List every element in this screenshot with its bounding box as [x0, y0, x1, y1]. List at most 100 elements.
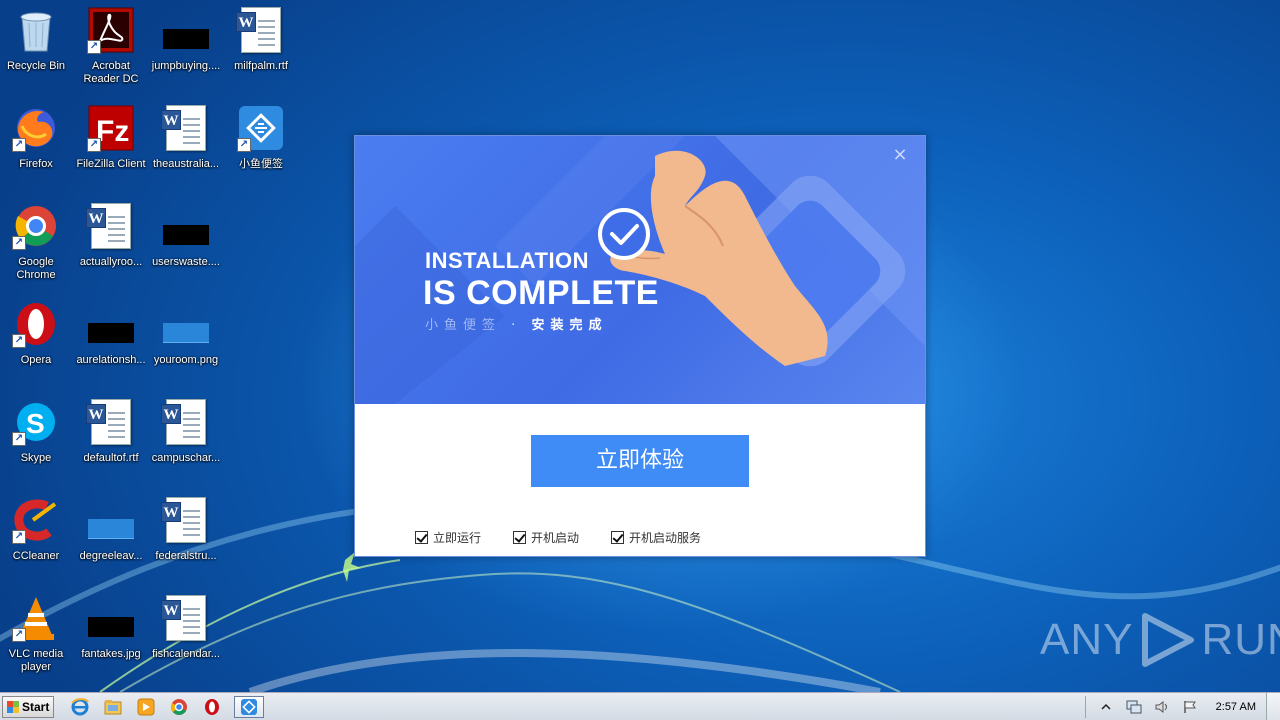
start-button[interactable]: Start: [2, 696, 54, 718]
desktop-icon-word-doc[interactable]: Wcampuschar...: [148, 398, 224, 488]
shortcut-arrow-icon: ↗: [87, 40, 101, 54]
desktop-icon-label: Google Chrome: [16, 256, 56, 281]
blue-file-icon: [87, 496, 135, 544]
xiaoyu-app-icon: ↗: [237, 104, 285, 152]
desktop-icon-word-doc[interactable]: Wmilfpalm.rtf: [223, 6, 299, 96]
desktop-icon-ccleaner[interactable]: ↗ CCleaner: [0, 496, 74, 586]
option-start-on-boot[interactable]: 开机启动: [513, 528, 579, 546]
desktop-icon-label: fishcalendar...: [152, 648, 220, 660]
desktop-icon-label: Firefox: [19, 158, 53, 170]
word-doc-icon: W: [161, 496, 210, 544]
option-boot-service[interactable]: 开机启动服务: [611, 528, 701, 546]
blue-file-icon: [162, 300, 210, 348]
taskbar-clock[interactable]: 2:57 AM: [1216, 701, 1256, 713]
desktop-icon-label: VLC media player: [8, 648, 64, 673]
desktop-icon-black-file[interactable]: fantakes.jpg: [73, 594, 149, 684]
shortcut-arrow-icon: ↗: [12, 334, 26, 348]
svg-text:S: S: [26, 408, 45, 439]
option-run-now[interactable]: 立即运行: [415, 528, 481, 546]
desktop-icon-label: campuschar...: [151, 452, 221, 464]
desktop-icon-label: userswaste....: [152, 256, 220, 268]
desktop-icon-label: federalstru...: [155, 550, 217, 562]
xiaoyu-app-taskbar-icon[interactable]: [234, 696, 264, 718]
desktop-icon-blue-file[interactable]: degreeleav...: [73, 496, 149, 586]
desktop-icon-word-doc[interactable]: Wdefaultof.rtf: [73, 398, 149, 488]
tray-divider: [1084, 696, 1086, 718]
installer-dialog: INSTALLATION IS COMPLETE 小鱼便签 · 安装完成 × 立…: [354, 135, 926, 557]
try-now-button[interactable]: 立即体验: [531, 435, 749, 487]
banner-title-line1: INSTALLATION: [425, 248, 590, 273]
network-icon[interactable]: [1126, 699, 1142, 715]
desktop-icon-label: aurelationsh...: [76, 354, 146, 366]
shortcut-arrow-icon: ↗: [12, 432, 26, 446]
banner-subtitle-app: 小鱼便签: [425, 318, 502, 333]
desktop-icon-label: jumpbuying....: [151, 60, 221, 72]
firefox-icon: ↗: [12, 104, 60, 152]
desktop-icon-label: Acrobat Reader DC: [83, 60, 139, 85]
desktop-icon-black-file[interactable]: aurelationsh...: [73, 300, 149, 390]
run-now-label: 立即运行: [433, 530, 482, 545]
desktop-icon-black-file[interactable]: jumpbuying....: [148, 6, 224, 96]
desktop-icon-filezilla[interactable]: Fz ↗ FileZilla Client: [73, 104, 149, 194]
desktop-icon-label: Skype: [20, 452, 52, 464]
media-player-icon[interactable]: [134, 696, 158, 718]
word-doc-icon: W: [236, 6, 285, 54]
desktop-icon-opera[interactable]: ↗ Opera: [0, 300, 74, 390]
chrome-icon[interactable]: [167, 696, 191, 718]
chrome-icon: ↗: [12, 202, 60, 250]
internet-explorer-icon[interactable]: [68, 696, 92, 718]
file-explorer-icon[interactable]: [101, 696, 125, 718]
desktop-icon-firefox[interactable]: ↗ Firefox: [0, 104, 74, 194]
black-file-icon: [162, 6, 210, 54]
desktop-icon-label: CCleaner: [12, 550, 60, 562]
skype-icon: S ↗: [12, 398, 60, 446]
shortcut-arrow-icon: ↗: [87, 138, 101, 152]
boot-service-checkbox[interactable]: [611, 530, 625, 544]
desktop-icon-word-doc[interactable]: Wtheaustralia...: [148, 104, 224, 194]
watermark-text-left: ANY: [1040, 615, 1134, 664]
word-doc-icon: W: [161, 104, 210, 152]
opera-icon[interactable]: [200, 696, 224, 718]
black-file-icon: [87, 300, 135, 348]
desktop-icon-word-doc[interactable]: Wfishcalendar...: [148, 594, 224, 684]
black-file-icon: [162, 202, 210, 250]
shortcut-arrow-icon: ↗: [12, 530, 26, 544]
shortcut-arrow-icon: ↗: [12, 628, 26, 642]
action-center-flag-icon[interactable]: [1182, 699, 1198, 715]
desktop-icon-recycle-bin[interactable]: Recycle Bin: [0, 6, 74, 96]
desktop-icon-label: actuallyroo...: [79, 256, 143, 268]
run-now-checkbox[interactable]: [415, 530, 428, 544]
desktop-icon-label: 小鱼便签: [239, 158, 283, 170]
boot-service-label: 开机启动服务: [629, 530, 702, 545]
vlc-icon: ↗: [12, 594, 60, 642]
filezilla-icon: Fz ↗: [87, 104, 135, 152]
desktop-icon-black-file[interactable]: userswaste....: [148, 202, 224, 292]
show-desktop-button[interactable]: [1266, 693, 1280, 720]
desktop-icon-label: defaultof.rtf: [83, 452, 139, 464]
desktop-icon-word-doc[interactable]: Wfederalstru...: [148, 496, 224, 586]
ccleaner-icon: ↗: [12, 496, 60, 544]
play-logo-icon: [1142, 613, 1195, 667]
desktop-icon-skype[interactable]: S ↗ Skype: [0, 398, 74, 488]
show-hidden-icons-icon[interactable]: [1098, 699, 1114, 715]
desktop-icon-label: youroom.png: [153, 354, 219, 366]
banner-subtitle-dot: ·: [511, 318, 522, 333]
desktop: Recycle Bin ↗ Acrobat Reader DC jumpbuying.…: [0, 0, 1280, 692]
desktop-icon-word-doc[interactable]: Wactuallyroo...: [73, 202, 149, 292]
start-on-boot-checkbox[interactable]: [513, 530, 527, 544]
volume-icon[interactable]: [1154, 699, 1170, 715]
desktop-icon-vlc[interactable]: ↗ VLC media player: [0, 594, 74, 684]
start-label: Start: [22, 700, 50, 714]
installer-banner: INSTALLATION IS COMPLETE 小鱼便签 · 安装完成 ×: [355, 136, 925, 404]
desktop-icon-label: theaustralia...: [152, 158, 220, 170]
desktop-icon-acrobat[interactable]: ↗ Acrobat Reader DC: [73, 6, 149, 96]
desktop-icon-label: fantakes.jpg: [81, 648, 141, 660]
shortcut-arrow-icon: ↗: [12, 138, 26, 152]
watermark-text-right: RUN: [1201, 615, 1280, 664]
desktop-icon-xiaoyu-app[interactable]: ↗ 小鱼便签: [223, 104, 299, 194]
close-icon[interactable]: ×: [891, 146, 909, 164]
desktop-icon-chrome[interactable]: ↗ Google Chrome: [0, 202, 74, 292]
black-file-icon: [87, 594, 135, 642]
desktop-icon-blue-file[interactable]: youroom.png: [148, 300, 224, 390]
windows-logo-icon: [7, 701, 19, 713]
